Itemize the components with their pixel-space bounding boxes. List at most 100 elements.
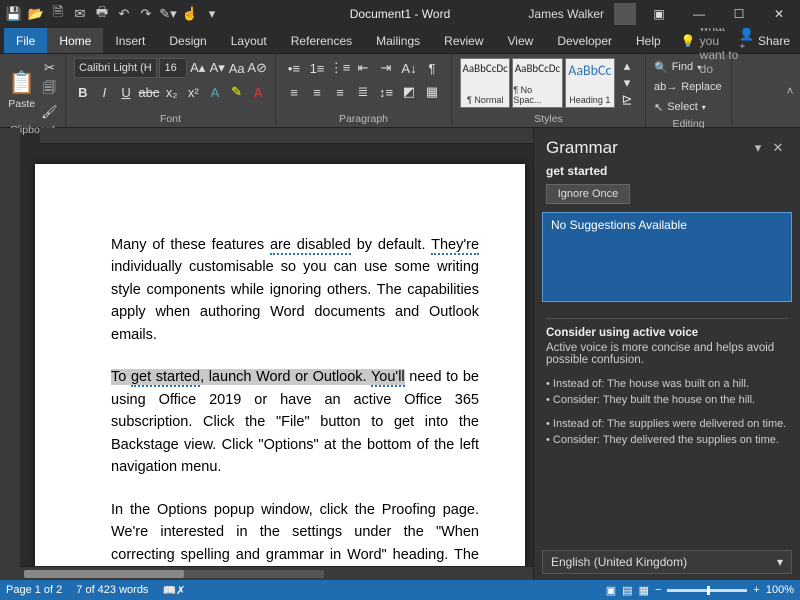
- tab-view[interactable]: View: [496, 28, 546, 53]
- borders-icon[interactable]: ▦: [422, 82, 442, 102]
- suggestions-list[interactable]: No Suggestions Available: [542, 212, 792, 302]
- pane-close-icon[interactable]: ✕: [768, 140, 788, 156]
- grammar-marked-text[interactable]: get started: [131, 369, 200, 387]
- numbering-icon[interactable]: 1≡: [307, 58, 327, 78]
- selected-text[interactable]: To get started, launch Word or Outlook. …: [111, 369, 405, 385]
- align-center-icon[interactable]: ≡: [307, 82, 327, 102]
- tab-design[interactable]: Design: [157, 28, 218, 53]
- bold-icon[interactable]: B: [74, 82, 92, 102]
- line-spacing-icon[interactable]: ↕≡: [376, 82, 396, 102]
- align-left-icon[interactable]: ≡: [284, 82, 304, 102]
- select-button[interactable]: ↖Select▾: [654, 98, 723, 116]
- format-painter-icon[interactable]: 🖌: [39, 102, 59, 122]
- style-heading-1[interactable]: AaBbCc Heading 1: [565, 58, 615, 108]
- highlight-icon[interactable]: ✎: [228, 82, 246, 102]
- tab-mailings[interactable]: Mailings: [364, 28, 432, 53]
- font-name-dropdown[interactable]: Calibri Light (H: [74, 58, 157, 78]
- clear-format-icon[interactable]: A⊘: [247, 58, 267, 78]
- shrink-font-icon[interactable]: A▾: [208, 58, 225, 78]
- zoom-slider[interactable]: [667, 589, 747, 592]
- zoom-in-icon[interactable]: +: [753, 584, 759, 596]
- subscript-icon[interactable]: x₂: [163, 82, 181, 102]
- tab-help[interactable]: Help: [624, 28, 673, 53]
- find-button[interactable]: 🔍Find▾: [654, 58, 723, 76]
- zoom-level[interactable]: 100%: [766, 584, 794, 596]
- zoom-out-icon[interactable]: −: [655, 584, 661, 596]
- grammar-marked-text[interactable]: They're: [431, 237, 479, 255]
- underline-icon[interactable]: U: [117, 82, 135, 102]
- tab-home[interactable]: Home: [47, 28, 103, 53]
- styles-more-icon[interactable]: ⊵: [617, 92, 637, 108]
- tab-review[interactable]: Review: [432, 28, 495, 53]
- redo-icon[interactable]: ↷: [136, 4, 156, 24]
- text-effects-icon[interactable]: A: [206, 82, 224, 102]
- strike-icon[interactable]: abc: [139, 82, 159, 102]
- user-avatar-icon[interactable]: [614, 3, 636, 25]
- tell-me-search[interactable]: 💡 Tell me what you want to do: [681, 28, 739, 53]
- close-icon[interactable]: ✕: [762, 2, 796, 26]
- ribbon-options-icon[interactable]: ▣: [642, 2, 676, 26]
- italic-icon[interactable]: I: [96, 82, 114, 102]
- share-button[interactable]: 👤⁺ Share: [739, 28, 790, 53]
- grammar-marked-text[interactable]: are disabled: [270, 237, 351, 255]
- qat-more-icon[interactable]: ▾: [202, 4, 222, 24]
- view-print-icon[interactable]: ▤: [622, 584, 632, 597]
- horizontal-scrollbar[interactable]: [20, 566, 533, 580]
- tab-file[interactable]: File: [4, 28, 47, 53]
- indent-icon[interactable]: ⇥: [376, 58, 396, 78]
- styles-up-icon[interactable]: ▴: [617, 58, 637, 74]
- new-icon[interactable]: 🗎: [48, 4, 68, 24]
- tab-layout[interactable]: Layout: [219, 28, 279, 53]
- style-normal[interactable]: AaBbCcDc ¶ Normal: [460, 58, 510, 108]
- document-area[interactable]: Many of these features are disabled by d…: [20, 144, 533, 566]
- word-count[interactable]: 7 of 423 words: [76, 584, 148, 596]
- maximize-icon[interactable]: ☐: [722, 2, 756, 26]
- user-name[interactable]: James Walker: [528, 7, 604, 21]
- tab-insert[interactable]: Insert: [103, 28, 157, 53]
- collapse-ribbon-icon[interactable]: ˄: [780, 54, 800, 127]
- sort-icon[interactable]: A↓: [399, 58, 419, 78]
- paragraph-1[interactable]: Many of these features are disabled by d…: [111, 234, 479, 346]
- page[interactable]: Many of these features are disabled by d…: [35, 164, 525, 566]
- align-right-icon[interactable]: ≡: [330, 82, 350, 102]
- print-icon[interactable]: 🖶: [92, 4, 112, 24]
- language-dropdown[interactable]: English (United Kingdom) ▾: [542, 550, 792, 574]
- paragraph-2[interactable]: To get started, launch Word or Outlook. …: [111, 366, 479, 478]
- customize-icon[interactable]: ✎▾: [158, 4, 178, 24]
- save-icon[interactable]: 💾: [4, 4, 24, 24]
- copy-icon[interactable]: 🗐: [39, 80, 59, 100]
- styles-down-icon[interactable]: ▾: [617, 75, 637, 91]
- minimize-icon[interactable]: —: [682, 2, 716, 26]
- paste-button[interactable]: 📋 Paste: [8, 63, 35, 117]
- page-count[interactable]: Page 1 of 2: [6, 584, 62, 596]
- group-font: Calibri Light (H 16 A▴ A▾ Aa A⊘ B I U ab…: [66, 54, 276, 127]
- justify-icon[interactable]: ≣: [353, 82, 373, 102]
- replace-button[interactable]: ab→Replace: [654, 78, 723, 96]
- cut-icon[interactable]: ✂: [39, 58, 59, 78]
- view-web-icon[interactable]: ▦: [639, 584, 649, 597]
- paragraph-3[interactable]: In the Options popup window, click the P…: [111, 499, 479, 566]
- style-no-spacing[interactable]: AaBbCcDc ¶ No Spac...: [512, 58, 562, 108]
- grammar-marked-text[interactable]: You'll: [371, 369, 405, 387]
- font-color-icon[interactable]: A: [249, 82, 267, 102]
- superscript-icon[interactable]: x²: [185, 82, 203, 102]
- open-icon[interactable]: 📂: [26, 4, 46, 24]
- tab-developer[interactable]: Developer: [545, 28, 624, 53]
- pane-options-icon[interactable]: ▾: [748, 140, 768, 156]
- mail-icon[interactable]: ✉: [70, 4, 90, 24]
- scrollbar-thumb[interactable]: [24, 570, 184, 578]
- view-readmode-icon[interactable]: ▣: [606, 584, 616, 597]
- grow-font-icon[interactable]: A▴: [189, 58, 206, 78]
- touch-icon[interactable]: ☝: [180, 4, 200, 24]
- ignore-once-button[interactable]: Ignore Once: [546, 184, 630, 204]
- shading-icon[interactable]: ◩: [399, 82, 419, 102]
- show-marks-icon[interactable]: ¶: [422, 58, 442, 78]
- multilevel-icon[interactable]: ⋮≡: [330, 58, 350, 78]
- bullets-icon[interactable]: •≡: [284, 58, 304, 78]
- undo-icon[interactable]: ↶: [114, 4, 134, 24]
- font-size-dropdown[interactable]: 16: [159, 58, 186, 78]
- tab-references[interactable]: References: [279, 28, 364, 53]
- change-case-icon[interactable]: Aa: [228, 58, 245, 78]
- spelling-status-icon[interactable]: 📖✗: [162, 584, 185, 597]
- outdent-icon[interactable]: ⇤: [353, 58, 373, 78]
